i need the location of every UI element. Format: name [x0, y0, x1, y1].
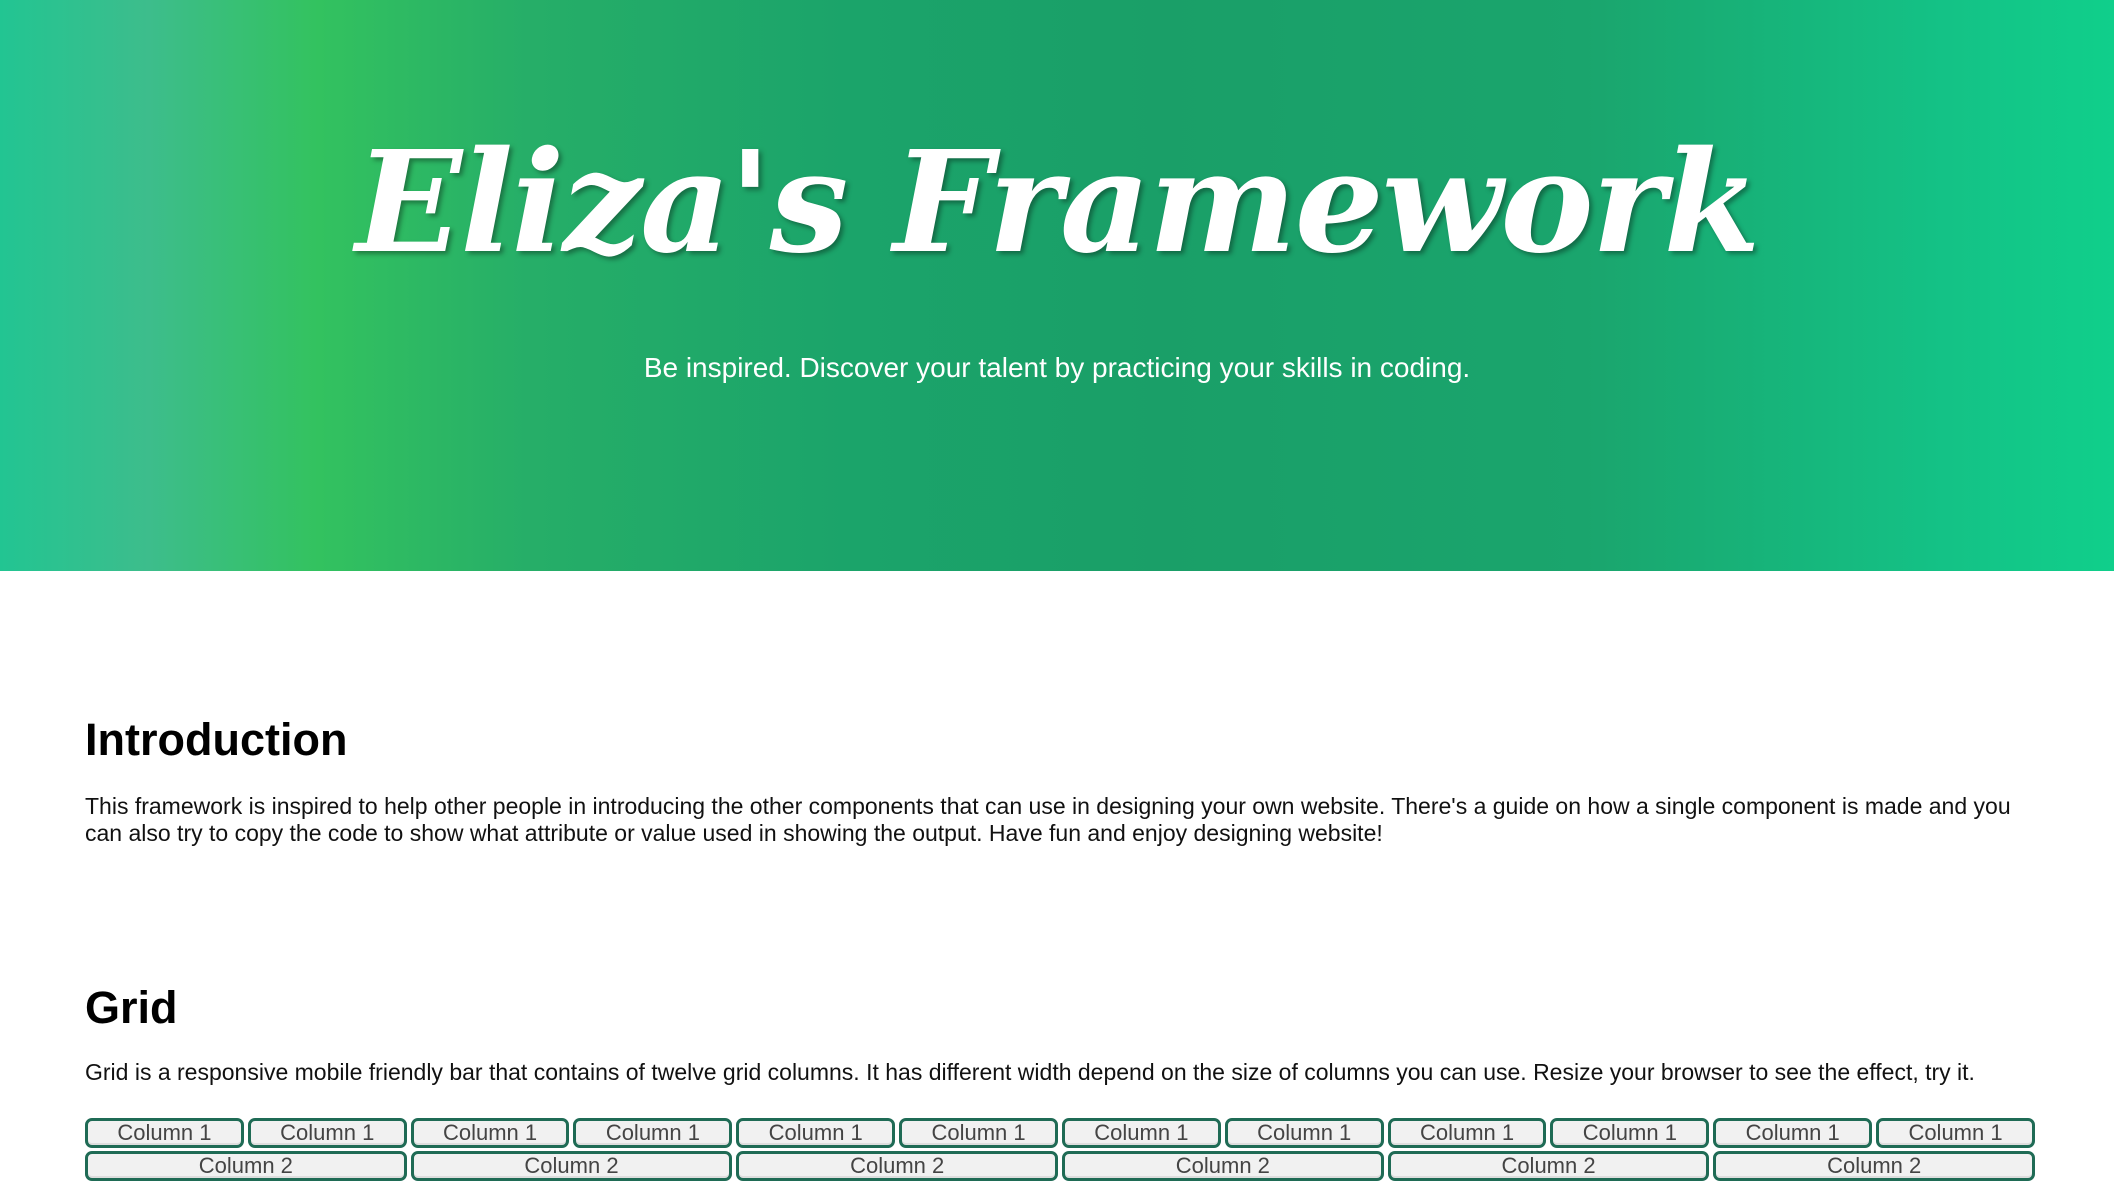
grid-column-1: Column 1 — [1224, 1118, 1384, 1148]
grid-column-1: Column 1 — [1061, 1118, 1221, 1148]
grid-section: Grid Grid is a responsive mobile friendl… — [85, 981, 2035, 1086]
grid-column-1: Column 1 — [899, 1118, 1058, 1148]
grid-column-1: Column 1 — [736, 1118, 896, 1148]
introduction-heading: Introduction — [85, 714, 348, 765]
grid-column-2: Column 2 — [1062, 1151, 1384, 1181]
grid-column-2: Column 2 — [85, 1151, 407, 1181]
grid-column-1: Column 1 — [573, 1118, 733, 1148]
grid-column-1: Column 1 — [1387, 1118, 1547, 1148]
grid-column-2: Column 2 — [736, 1151, 1059, 1181]
grid-column-1: Column 1 — [1550, 1118, 1710, 1148]
grid-row-column-2: Column 2 Column 2 Column 2 Column 2 Colu… — [85, 1151, 2036, 1181]
grid-column-2: Column 2 — [410, 1151, 733, 1181]
introduction-section: Introduction This framework is inspired … — [85, 713, 2035, 847]
hero-title: Eliza's Framework — [355, 121, 1761, 285]
hero-banner: Eliza's Framework Be inspired. Discover … — [0, 0, 2114, 571]
introduction-text: This framework is inspired to help other… — [85, 793, 2011, 846]
grid-column-2: Column 2 — [1387, 1151, 1710, 1181]
grid-column-1: Column 1 — [85, 1118, 244, 1148]
grid-column-1: Column 1 — [1876, 1118, 2035, 1148]
grid-heading: Grid — [85, 982, 178, 1033]
grid-column-1: Column 1 — [1713, 1118, 1873, 1148]
hero-subtitle: Be inspired. Discover your talent by pra… — [643, 352, 1471, 383]
grid-row-column-1: Column 1 Column 1 Column 1 Column 1 Colu… — [85, 1118, 2035, 1148]
grid-description: Grid is a responsive mobile friendly bar… — [85, 1059, 1975, 1085]
grid-column-1: Column 1 — [410, 1118, 570, 1148]
grid-column-1: Column 1 — [247, 1118, 407, 1148]
grid-column-2: Column 2 — [1713, 1151, 2036, 1181]
